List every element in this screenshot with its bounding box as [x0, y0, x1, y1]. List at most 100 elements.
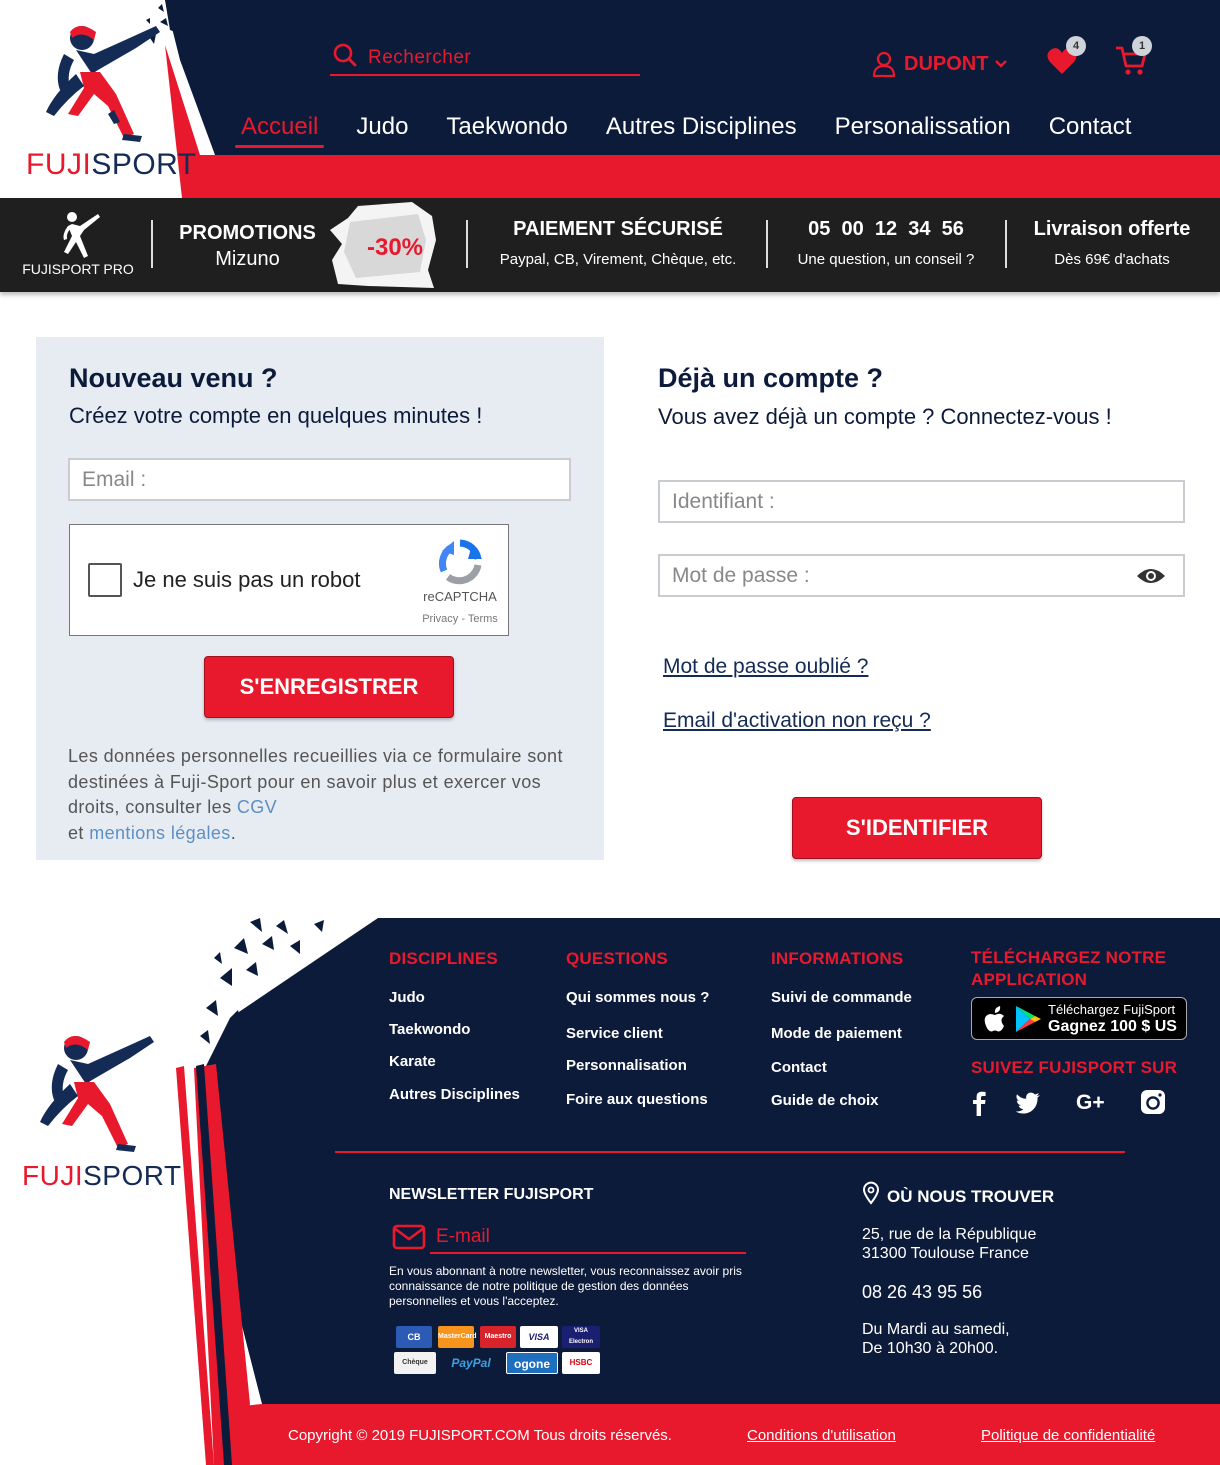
fujisport-pro-link[interactable]: FUJISPORT PRO: [14, 198, 142, 292]
google-plus-icon[interactable]: G+: [1076, 1090, 1110, 1116]
promotions-brand: Mizuno: [215, 248, 280, 270]
social-title: SUIVEZ FUJISPORT SUR: [971, 1058, 1178, 1077]
address-line1: 25, rue de la République: [862, 1226, 1037, 1243]
login-panel: Déjà un compte ? Vous avez déjà un compt…: [636, 337, 1196, 860]
location-title: OÙ NOUS TROUVER: [887, 1187, 1055, 1206]
footer-logo[interactable]: FUJISPORT: [18, 1024, 181, 1194]
nav-item-taekwondo[interactable]: Taekwondo: [427, 108, 586, 148]
login-title: Déjà un compte ?: [658, 363, 884, 393]
password-input[interactable]: [660, 556, 1183, 595]
nav-item-accueil[interactable]: Accueil: [222, 108, 337, 148]
terms-link[interactable]: Conditions d'utilisation: [747, 1427, 896, 1444]
legal-text: Les données personnelles recueillies via…: [68, 746, 563, 817]
search-input[interactable]: [368, 44, 628, 72]
nav-item-autres-disciplines[interactable]: Autres Disciplines: [587, 108, 816, 148]
footer-brand-name: FUJISPORT: [22, 1160, 182, 1191]
fighter-logo-icon: [40, 1036, 154, 1152]
promo-bar: FUJISPORT PRO PROMOTIONS Mizuno -30% PAI…: [0, 198, 1220, 292]
payment-title: PAIEMENT SÉCURISÉ: [513, 218, 723, 240]
footer-link-karate[interactable]: Karate: [389, 1053, 436, 1070]
password-field[interactable]: [658, 554, 1185, 597]
cart-button[interactable]: 1: [1112, 36, 1162, 76]
hours-line1: Du Mardi au samedi,: [862, 1321, 1010, 1338]
copyright: Copyright © 2019 FUJISPORT.COM Tous droi…: [288, 1427, 672, 1444]
forgot-password-link[interactable]: Mot de passe oublié ?: [663, 655, 868, 679]
user-menu[interactable]: DUPONT: [872, 48, 1008, 80]
register-email-input[interactable]: [70, 460, 569, 499]
hours-line2: De 10h30 à 20h00.: [862, 1340, 999, 1357]
captcha-label: Je ne suis pas un robot: [133, 567, 361, 592]
footer-link-judo[interactable]: Judo: [389, 989, 425, 1006]
phone-sub: Une question, un conseil ?: [797, 251, 975, 268]
register-subtitle: Créez votre compte en quelques minutes !: [69, 403, 483, 428]
app-title-line2: APPLICATION: [971, 970, 1088, 989]
app-download-badge[interactable]: Téléchargez FujiSport Gagnez 100 $ US: [971, 997, 1187, 1040]
main-nav: Accueil Judo Taekwondo Autres Discipline…: [222, 108, 1150, 148]
footer-link-about[interactable]: Qui sommes nous ?: [566, 989, 709, 1006]
footer-link-autres-disciplines[interactable]: Autres Disciplines: [389, 1086, 520, 1103]
footer-link-guide-choix[interactable]: Guide de choix: [771, 1092, 879, 1109]
mastercard-icon: MasterCard: [438, 1326, 477, 1348]
promotions-link[interactable]: PROMOTIONS Mizuno: [170, 198, 325, 292]
search-bar[interactable]: [330, 40, 640, 76]
phone-number: 05 00 12 34 56: [808, 218, 964, 240]
activation-email-link[interactable]: Email d'activation non reçu ?: [663, 709, 931, 733]
disciplines-title: DISCIPLINES: [389, 949, 498, 968]
pro-label: FUJISPORT PRO: [22, 261, 134, 277]
identifier-input[interactable]: [660, 482, 1183, 521]
cb-card-icon: CB: [396, 1326, 432, 1348]
footer-link-faq[interactable]: Foire aux questions: [566, 1091, 708, 1108]
privacy-link[interactable]: Politique de confidentialité: [981, 1427, 1155, 1444]
captcha-checkbox[interactable]: [88, 563, 122, 597]
divider: [766, 220, 768, 268]
eye-icon[interactable]: [1135, 566, 1167, 586]
cart-count-badge: 1: [1132, 36, 1152, 56]
register-email-field[interactable]: [68, 458, 571, 501]
newsletter-email-input[interactable]: [430, 1222, 746, 1254]
address-line2: 31300 Toulouse France: [862, 1245, 1029, 1262]
questions-title: QUESTIONS: [566, 949, 668, 968]
brand-name: FUJISPORT: [26, 148, 197, 181]
discount-label: -30%: [366, 234, 424, 261]
footer-link-service-client[interactable]: Service client: [566, 1025, 663, 1042]
facebook-icon[interactable]: [966, 1090, 992, 1116]
nav-item-contact[interactable]: Contact: [1030, 108, 1151, 148]
fighter-pro-icon: [63, 212, 100, 258]
captcha-privacy-terms[interactable]: Privacy - Terms: [410, 613, 510, 625]
footer-link-suivi-commande[interactable]: Suivi de commande: [771, 989, 912, 1006]
footer-link-contact[interactable]: Contact: [771, 1059, 827, 1076]
mentions-legales-link[interactable]: mentions légales: [89, 823, 230, 843]
delivery-info: Livraison offerte Dès 69€ d'achats: [1012, 198, 1212, 292]
identifier-field[interactable]: [658, 480, 1185, 523]
newsletter-field[interactable]: [390, 1220, 746, 1254]
fujisport-logo[interactable]: FUJISPORT: [24, 14, 196, 184]
google-play-icon: [1016, 1006, 1041, 1032]
delivery-title: Livraison offerte: [1033, 218, 1191, 240]
delivery-sub: Dès 69€ d'achats: [1054, 251, 1170, 268]
search-icon[interactable]: [332, 42, 358, 68]
nav-item-judo[interactable]: Judo: [337, 108, 427, 148]
nav-item-personalisation[interactable]: Personalissation: [816, 108, 1030, 148]
register-legal-text: Les données personnelles recueillies via…: [68, 744, 578, 846]
instagram-icon[interactable]: [1140, 1089, 1166, 1115]
wishlist-count-badge: 4: [1066, 36, 1086, 56]
user-name: DUPONT: [904, 52, 989, 75]
hsbc-icon: HSBC: [562, 1352, 600, 1374]
login-subtitle: Vous avez déjà un compte ? Connectez-vou…: [658, 404, 1112, 429]
cgv-link[interactable]: CGV: [237, 797, 277, 817]
divider: [466, 220, 468, 268]
twitter-icon[interactable]: [1015, 1090, 1041, 1116]
login-button[interactable]: S'IDENTIFIER: [792, 797, 1042, 859]
footer-link-personnalisation[interactable]: Personnalisation: [566, 1057, 687, 1074]
newsletter-note: En vous abonnant à notre newsletter, vou…: [389, 1264, 742, 1308]
envelope-icon: [392, 1224, 426, 1250]
site-footer: FUJISPORT DISCIPLINES Judo Taekwondo Kar…: [0, 918, 1220, 1465]
wishlist-button[interactable]: 4: [1044, 36, 1094, 76]
footer-link-mode-paiement[interactable]: Mode de paiement: [771, 1025, 902, 1042]
maestro-icon: Maestro: [480, 1326, 516, 1348]
legal-and: et: [68, 822, 84, 843]
divider: [151, 220, 153, 268]
register-button[interactable]: S'ENREGISTRER: [204, 656, 454, 718]
payment-sub: Paypal, CB, Virement, Chèque, etc.: [499, 251, 737, 268]
footer-link-taekwondo[interactable]: Taekwondo: [389, 1021, 470, 1038]
